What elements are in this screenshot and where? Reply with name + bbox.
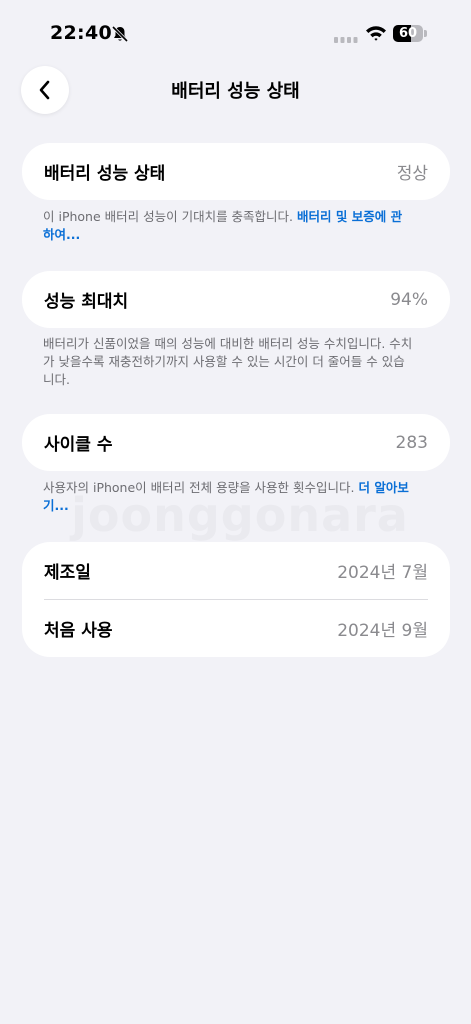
cycle-count-value: 283 — [395, 432, 428, 453]
max-capacity-card: 성능 최대치 94% — [22, 271, 450, 328]
max-capacity-caption: 배터리가 신품이었을 때의 성능에 대비한 배터리 성능 수치입니다. 수치가 … — [43, 336, 413, 387]
manufacture-date-row: 제조일 2024년 7월 — [22, 542, 450, 599]
page-title: 배터리 성능 상태 — [171, 81, 300, 102]
cycle-count-label: 사이클 수 — [44, 435, 113, 455]
bell-slash-icon — [111, 25, 129, 43]
manufacture-date-value: 2024년 7월 — [337, 563, 428, 583]
battery-health-screen: 22:40 60 배터리 성능 상태 배터리 성능 상태 정상 이 iPhone… — [0, 0, 471, 1024]
max-capacity-row: 성능 최대치 94% — [22, 271, 450, 328]
first-use-row: 처음 사용 2024년 9월 — [22, 600, 450, 657]
cycle-count-caption-text: 사용자의 iPhone이 배터리 전체 용량을 사용한 횟수입니다. — [43, 480, 355, 495]
cycle-count-row: 사이클 수 283 — [22, 414, 450, 471]
cycle-count-caption: 사용자의 iPhone이 배터리 전체 용량을 사용한 횟수입니다. 더 알아보… — [43, 479, 413, 515]
battery-level: 60 — [398, 26, 418, 41]
status-bar: 22:40 60 — [0, 0, 471, 70]
battery-body: 60 — [393, 25, 423, 42]
first-use-label: 처음 사용 — [44, 621, 113, 641]
cycle-count-card: 사이클 수 283 — [22, 414, 450, 471]
battery-health-label: 배터리 성능 상태 — [44, 164, 166, 184]
max-capacity-label: 성능 최대치 — [44, 292, 129, 312]
wifi-icon — [366, 26, 386, 41]
first-use-value: 2024년 9월 — [337, 621, 428, 641]
battery-health-caption-text: 이 iPhone 배터리 성능이 기대치를 충족합니다. — [43, 209, 294, 224]
cellular-signal-icon — [334, 37, 358, 43]
battery-icon: 60 — [393, 25, 427, 42]
battery-cap — [424, 30, 427, 37]
manufacture-date-label: 제조일 — [44, 563, 91, 583]
status-time: 22:40 — [50, 22, 112, 44]
battery-health-row: 배터리 성능 상태 정상 — [22, 143, 450, 200]
battery-health-caption: 이 iPhone 배터리 성능이 기대치를 충족합니다. 배터리 및 보증에 관… — [43, 208, 413, 244]
battery-health-value: 정상 — [396, 164, 428, 184]
max-capacity-value: 94% — [390, 289, 428, 310]
battery-health-card: 배터리 성능 상태 정상 — [22, 143, 450, 200]
dates-card: 제조일 2024년 7월 처음 사용 2024년 9월 — [22, 542, 450, 657]
